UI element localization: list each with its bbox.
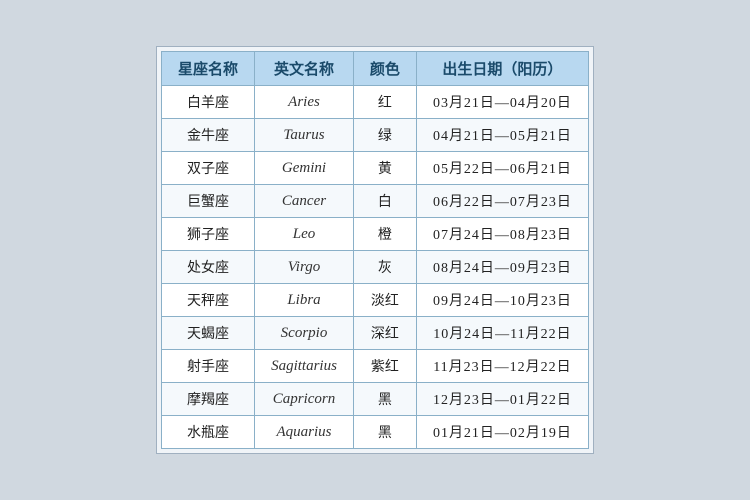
cell-english-name: Virgo [255, 251, 354, 284]
cell-english-name: Capricorn [255, 383, 354, 416]
table-row: 金牛座Taurus绿04月21日—05月21日 [162, 119, 589, 152]
table-row: 摩羯座Capricorn黑12月23日—01月22日 [162, 383, 589, 416]
cell-english-name: Cancer [255, 185, 354, 218]
cell-english-name: Aries [255, 86, 354, 119]
cell-color: 橙 [353, 218, 416, 251]
header-dates: 出生日期（阳历） [416, 52, 588, 86]
cell-dates: 07月24日—08月23日 [416, 218, 588, 251]
cell-chinese-name: 天秤座 [162, 284, 255, 317]
table-row: 处女座Virgo灰08月24日—09月23日 [162, 251, 589, 284]
cell-color: 淡红 [353, 284, 416, 317]
cell-dates: 12月23日—01月22日 [416, 383, 588, 416]
cell-color: 紫红 [353, 350, 416, 383]
cell-chinese-name: 狮子座 [162, 218, 255, 251]
table-row: 白羊座Aries红03月21日—04月20日 [162, 86, 589, 119]
cell-color: 黑 [353, 383, 416, 416]
header-chinese-name: 星座名称 [162, 52, 255, 86]
cell-chinese-name: 摩羯座 [162, 383, 255, 416]
table-row: 天蝎座Scorpio深红10月24日—11月22日 [162, 317, 589, 350]
table-row: 狮子座Leo橙07月24日—08月23日 [162, 218, 589, 251]
cell-english-name: Leo [255, 218, 354, 251]
cell-dates: 01月21日—02月19日 [416, 416, 588, 449]
cell-dates: 05月22日—06月21日 [416, 152, 588, 185]
cell-english-name: Sagittarius [255, 350, 354, 383]
cell-chinese-name: 射手座 [162, 350, 255, 383]
cell-dates: 10月24日—11月22日 [416, 317, 588, 350]
cell-color: 黑 [353, 416, 416, 449]
cell-chinese-name: 金牛座 [162, 119, 255, 152]
table-row: 双子座Gemini黄05月22日—06月21日 [162, 152, 589, 185]
header-color: 颜色 [353, 52, 416, 86]
cell-english-name: Scorpio [255, 317, 354, 350]
cell-dates: 06月22日—07月23日 [416, 185, 588, 218]
cell-english-name: Aquarius [255, 416, 354, 449]
cell-dates: 03月21日—04月20日 [416, 86, 588, 119]
cell-color: 灰 [353, 251, 416, 284]
cell-chinese-name: 天蝎座 [162, 317, 255, 350]
table-row: 巨蟹座Cancer白06月22日—07月23日 [162, 185, 589, 218]
cell-dates: 09月24日—10月23日 [416, 284, 588, 317]
cell-chinese-name: 巨蟹座 [162, 185, 255, 218]
cell-color: 绿 [353, 119, 416, 152]
cell-english-name: Gemini [255, 152, 354, 185]
cell-dates: 11月23日—12月22日 [416, 350, 588, 383]
cell-dates: 04月21日—05月21日 [416, 119, 588, 152]
cell-chinese-name: 双子座 [162, 152, 255, 185]
cell-chinese-name: 处女座 [162, 251, 255, 284]
header-row: 星座名称 英文名称 颜色 出生日期（阳历） [162, 52, 589, 86]
table-row: 射手座Sagittarius紫红11月23日—12月22日 [162, 350, 589, 383]
table-row: 天秤座Libra淡红09月24日—10月23日 [162, 284, 589, 317]
cell-color: 深红 [353, 317, 416, 350]
cell-chinese-name: 水瓶座 [162, 416, 255, 449]
cell-color: 黄 [353, 152, 416, 185]
zodiac-table: 星座名称 英文名称 颜色 出生日期（阳历） 白羊座Aries红03月21日—04… [161, 51, 589, 449]
table-row: 水瓶座Aquarius黑01月21日—02月19日 [162, 416, 589, 449]
cell-english-name: Taurus [255, 119, 354, 152]
cell-color: 白 [353, 185, 416, 218]
cell-english-name: Libra [255, 284, 354, 317]
cell-chinese-name: 白羊座 [162, 86, 255, 119]
cell-color: 红 [353, 86, 416, 119]
table-container: 星座名称 英文名称 颜色 出生日期（阳历） 白羊座Aries红03月21日—04… [156, 46, 594, 454]
header-english-name: 英文名称 [255, 52, 354, 86]
cell-dates: 08月24日—09月23日 [416, 251, 588, 284]
